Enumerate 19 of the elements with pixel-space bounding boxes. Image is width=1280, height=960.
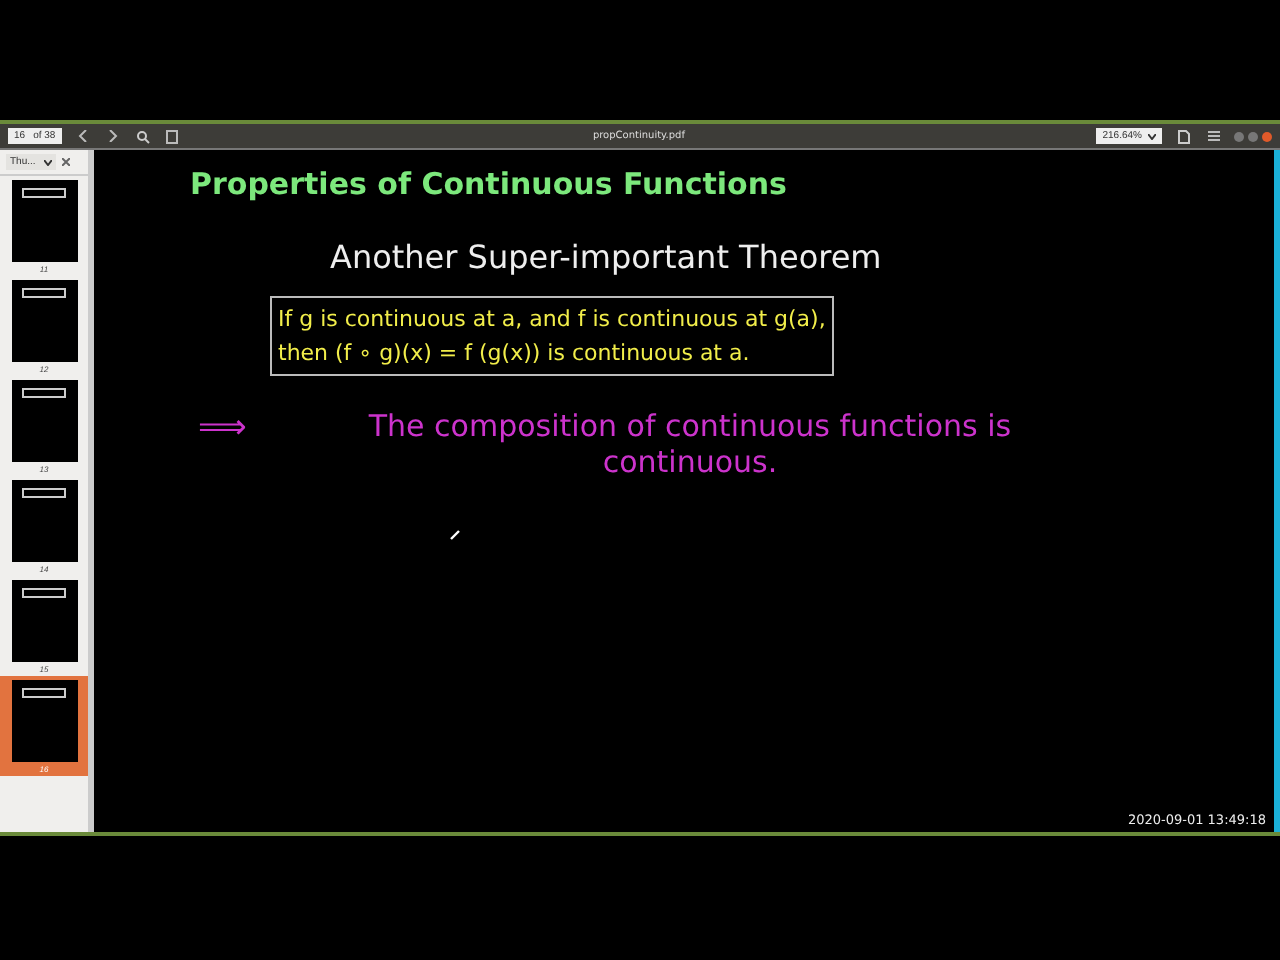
theorem-text: then (f ∘ g)(x) = f (g(x)) is continuous at a. bbox=[278, 338, 752, 370]
maximize-icon[interactable] bbox=[1248, 131, 1258, 141]
caret-icon bbox=[43, 159, 52, 165]
page-icon[interactable] bbox=[1174, 127, 1192, 145]
close-icon[interactable] bbox=[61, 158, 70, 166]
close-icon[interactable] bbox=[1262, 131, 1272, 141]
minimize-icon[interactable] bbox=[1234, 131, 1244, 141]
slide-title: Properties of Continuous Functions bbox=[190, 166, 789, 202]
document-icon[interactable] bbox=[163, 127, 182, 145]
search-icon[interactable] bbox=[133, 127, 152, 145]
previous-icon[interactable] bbox=[73, 127, 92, 145]
slide-subtitle: Another Super-important Theorem bbox=[330, 238, 884, 276]
theorem-text: If g is continuous at a, and f is continuous at g(a), bbox=[278, 304, 826, 336]
conclusion-text: The composition of continuous functions is continuous. bbox=[366, 408, 1014, 480]
implies-symbol: ⟹ bbox=[198, 408, 249, 448]
pen-cursor-icon bbox=[450, 530, 460, 540]
menu-icon[interactable] bbox=[1204, 127, 1222, 145]
next-icon[interactable] bbox=[103, 127, 122, 145]
caret-icon bbox=[1148, 133, 1156, 139]
